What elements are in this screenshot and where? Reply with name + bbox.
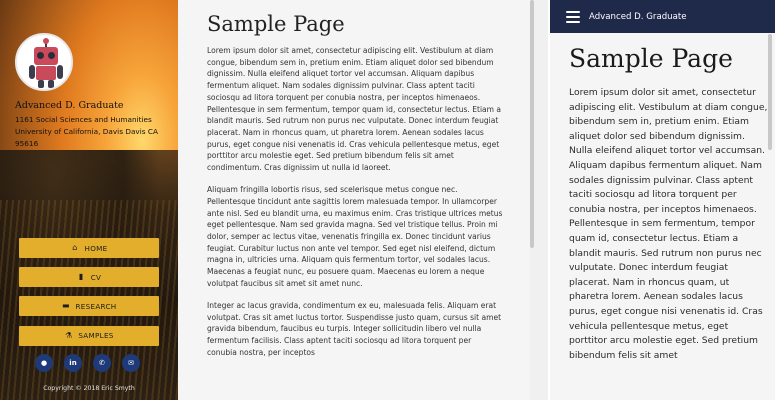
linkedin-button[interactable]: in <box>64 354 82 372</box>
flask-icon: ⚗ <box>65 330 73 340</box>
page-title: Sample Page <box>207 12 345 36</box>
id-card-icon: ▬ <box>62 301 70 311</box>
mobile-navbar: Advanced D. Graduate <box>550 0 775 33</box>
scrollbar-thumb[interactable] <box>530 0 534 248</box>
desktop-scrollbar[interactable] <box>530 0 548 400</box>
nav-home-button[interactable]: ⌂ HOME <box>19 238 159 258</box>
nav-home-label: HOME <box>84 243 108 253</box>
paragraph: Lorem ipsum dolor sit amet, consectetur … <box>207 46 502 173</box>
mobile-site-title[interactable]: Advanced D. Graduate <box>589 12 687 22</box>
nav-research-button[interactable]: ▬ RESEARCH <box>19 296 159 317</box>
profile-address: 1161 Social Sciences and Humanities Univ… <box>15 115 158 149</box>
github-button[interactable]: ● <box>35 354 53 372</box>
mobile-paragraph: Lorem ipsum dolor sit amet, consectetur … <box>569 87 768 361</box>
mobile-view: Advanced D. Graduate Sample Page Lorem i… <box>550 0 775 400</box>
nav-research-label: RESEARCH <box>75 301 117 311</box>
phone-icon: ✆ <box>99 359 105 367</box>
github-icon: ● <box>40 359 48 367</box>
home-icon: ⌂ <box>72 243 78 252</box>
nav-samples-button[interactable]: ⚗ SAMPLES <box>19 325 159 346</box>
linkedin-icon: in <box>69 359 77 367</box>
mobile-page-title: Sample Page <box>569 44 733 73</box>
phone-button[interactable]: ✆ <box>93 354 111 372</box>
hamburger-menu-icon[interactable] <box>566 10 580 23</box>
sidebar-nav: ⌂ HOME ▮ CV ▬ RESEARCH ⚗ SAMPLES <box>19 238 159 355</box>
desktop-view: Advanced D. Graduate 1161 Social Science… <box>0 0 548 400</box>
mobile-scrollbar-thumb[interactable] <box>768 34 772 150</box>
paragraph: Integer ac lacus gravida, condimentum ex… <box>207 301 502 357</box>
paragraph: Aliquam fringilla lobortis risus, sed sc… <box>207 185 503 288</box>
email-button[interactable]: ✉ <box>122 354 140 372</box>
email-icon: ✉ <box>128 359 134 367</box>
page-body: Lorem ipsum dolor sit amet, consectetur … <box>207 45 503 369</box>
social-links: ● in ✆ ✉ <box>35 354 140 372</box>
nav-cv-label: CV <box>90 272 102 282</box>
sidebar: Advanced D. Graduate 1161 Social Science… <box>0 0 178 400</box>
nav-cv-button[interactable]: ▮ CV <box>19 267 159 288</box>
avatar <box>15 33 73 91</box>
file-icon: ▮ <box>78 272 84 282</box>
profile-name: Advanced D. Graduate <box>15 100 124 111</box>
copyright-text: Copyright © 2018 Eric Smyth <box>43 385 135 392</box>
nav-samples-label: SAMPLES <box>78 331 114 341</box>
main-content: Sample Page Lorem ipsum dolor sit amet, … <box>178 0 530 400</box>
